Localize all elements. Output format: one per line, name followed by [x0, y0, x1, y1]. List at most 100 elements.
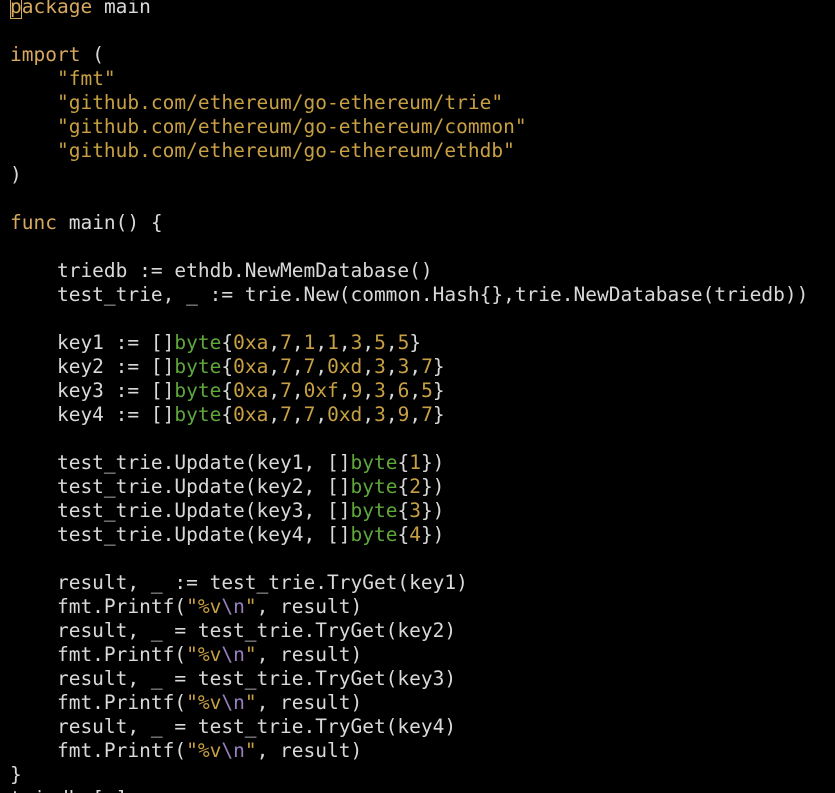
code-token-plain: ) — [10, 163, 22, 186]
code-token-plain: { — [397, 451, 410, 474]
code-token-num: 2 — [409, 475, 421, 498]
code-token-num: 3 — [409, 499, 421, 522]
code-line[interactable] — [10, 547, 808, 571]
code-line[interactable]: result, _ = test_trie.TryGet(key2) — [10, 619, 808, 643]
code-line[interactable] — [10, 19, 808, 43]
code-token-num: 1 — [409, 451, 421, 474]
code-line[interactable]: test_trie.Update(key3, []byte{3}) — [10, 499, 808, 523]
code-line[interactable]: func main() { — [10, 211, 808, 235]
code-token-plain: , — [315, 331, 328, 354]
code-line[interactable] — [10, 427, 808, 451]
code-token-plain: { — [397, 499, 410, 522]
code-token-plain: key1 := [] — [10, 331, 175, 354]
code-line[interactable] — [10, 307, 808, 331]
code-token-plain: { — [221, 331, 234, 354]
code-token-plain: test_trie.Update(key1, [] — [10, 451, 351, 474]
code-token-num: 1 — [327, 331, 339, 354]
code-line[interactable]: "github.com/ethereum/go-ethereum/ethdb" — [10, 139, 808, 163]
code-line[interactable]: "fmt" — [10, 67, 808, 91]
code-token-type: byte — [174, 379, 222, 402]
code-token-num: 3 — [374, 355, 386, 378]
code-line[interactable]: test_trie, _ := trie.New(common.Hash{},t… — [10, 283, 808, 307]
code-token-type: byte — [350, 523, 398, 546]
code-token-plain: fmt.Printf( — [10, 643, 187, 666]
code-token-plain: fmt.Printf( — [10, 739, 187, 762]
code-token-type: byte — [350, 499, 398, 522]
code-area[interactable]: package main import ( "fmt" "github.com/… — [10, 0, 808, 787]
code-line[interactable]: "github.com/ethereum/go-ethereum/trie" — [10, 91, 808, 115]
code-token-plain: , — [409, 379, 422, 402]
code-line[interactable]: fmt.Printf("%v\n", result) — [10, 739, 808, 763]
code-token-plain: , — [291, 379, 304, 402]
code-token-plain: } — [432, 403, 445, 426]
code-line[interactable]: test_trie.Update(key1, []byte{1}) — [10, 451, 808, 475]
code-line[interactable]: triedb := ethdb.NewMemDatabase() — [10, 259, 808, 283]
code-token-num: 0xa — [233, 379, 269, 402]
code-token-num: 6 — [397, 379, 410, 402]
code-token-num: 0xf — [303, 379, 339, 402]
code-token-num: 7 — [303, 355, 316, 378]
code-line[interactable]: fmt.Printf("%v\n", result) — [10, 643, 808, 667]
code-token-plain: , result) — [256, 739, 363, 762]
code-token-plain: , — [268, 379, 281, 402]
code-token-plain: , — [385, 331, 398, 354]
code-token-plain: } — [409, 331, 422, 354]
code-line[interactable]: key3 := []byte{0xa,7,0xf,9,3,6,5} — [10, 379, 808, 403]
code-token-str: " — [244, 739, 257, 762]
code-token-plain: } — [432, 379, 445, 402]
code-editor[interactable]: package main import ( "fmt" "github.com/… — [0, 0, 835, 793]
code-token-plain: , — [315, 355, 328, 378]
code-token-plain: , — [268, 355, 281, 378]
code-line[interactable]: result, _ := test_trie.TryGet(key1) — [10, 571, 808, 595]
code-line[interactable]: ) — [10, 163, 808, 187]
code-token-plain: , — [268, 331, 281, 354]
code-line[interactable]: } — [10, 763, 808, 787]
code-token-str: " — [244, 691, 257, 714]
code-token-plain: result, _ = test_trie.TryGet(key3) — [10, 667, 457, 690]
code-line[interactable] — [10, 235, 808, 259]
code-token-plain: , result) — [256, 691, 363, 714]
code-token-num: 7 — [303, 403, 316, 426]
code-line[interactable]: result, _ = test_trie.TryGet(key3) — [10, 667, 808, 691]
code-line[interactable]: fmt.Printf("%v\n", result) — [10, 691, 808, 715]
code-token-num: 0xa — [233, 403, 269, 426]
code-token-num: 7 — [280, 331, 292, 354]
code-token-plain: , result) — [256, 643, 363, 666]
code-line[interactable]: fmt.Printf("%v\n", result) — [10, 595, 808, 619]
code-token-plain: { — [397, 523, 410, 546]
code-line[interactable]: test_trie.Update(key2, []byte{2}) — [10, 475, 808, 499]
code-token-num: 3 — [374, 379, 386, 402]
code-token-num: 0xd — [327, 355, 363, 378]
code-token-num: 7 — [421, 403, 433, 426]
code-token-plain: , — [338, 379, 351, 402]
code-token-type: byte — [174, 355, 222, 378]
code-token-plain: , — [291, 331, 304, 354]
code-token-esc: \n — [221, 691, 245, 714]
code-token-num: 0xa — [233, 355, 269, 378]
code-line[interactable]: key2 := []byte{0xa,7,7,0xd,3,3,7} — [10, 355, 808, 379]
code-token-num: 4 — [409, 523, 421, 546]
code-token-plain: key3 := [] — [10, 379, 175, 402]
code-line[interactable]: "github.com/ethereum/go-ethereum/common" — [10, 115, 808, 139]
code-line[interactable]: result, _ = test_trie.TryGet(key4) — [10, 715, 808, 739]
code-token-str: "github.com/ethereum/go-ethereum/trie" — [56, 91, 504, 114]
code-token-plain: , — [409, 355, 422, 378]
code-line[interactable]: test_trie.Update(key4, []byte{4}) — [10, 523, 808, 547]
code-line[interactable]: package main — [10, 0, 808, 19]
code-token-plain: } — [432, 355, 445, 378]
code-token-type: byte — [350, 475, 398, 498]
code-token-plain: fmt.Printf( — [10, 595, 187, 618]
code-line[interactable]: key1 := []byte{0xa,7,1,1,3,5,5} — [10, 331, 808, 355]
code-line[interactable]: import ( — [10, 43, 808, 67]
code-line[interactable] — [10, 187, 808, 211]
code-token-plain: { — [221, 379, 234, 402]
code-line[interactable]: key4 := []byte{0xa,7,7,0xd,3,9,7} — [10, 403, 808, 427]
code-token-kw: import — [10, 43, 81, 66]
code-token-str: "%v — [186, 643, 222, 666]
code-token-num: 1 — [303, 331, 316, 354]
code-token-plain: , — [338, 331, 351, 354]
code-token-num: 3 — [397, 355, 410, 378]
code-token-num: 0xa — [233, 331, 269, 354]
